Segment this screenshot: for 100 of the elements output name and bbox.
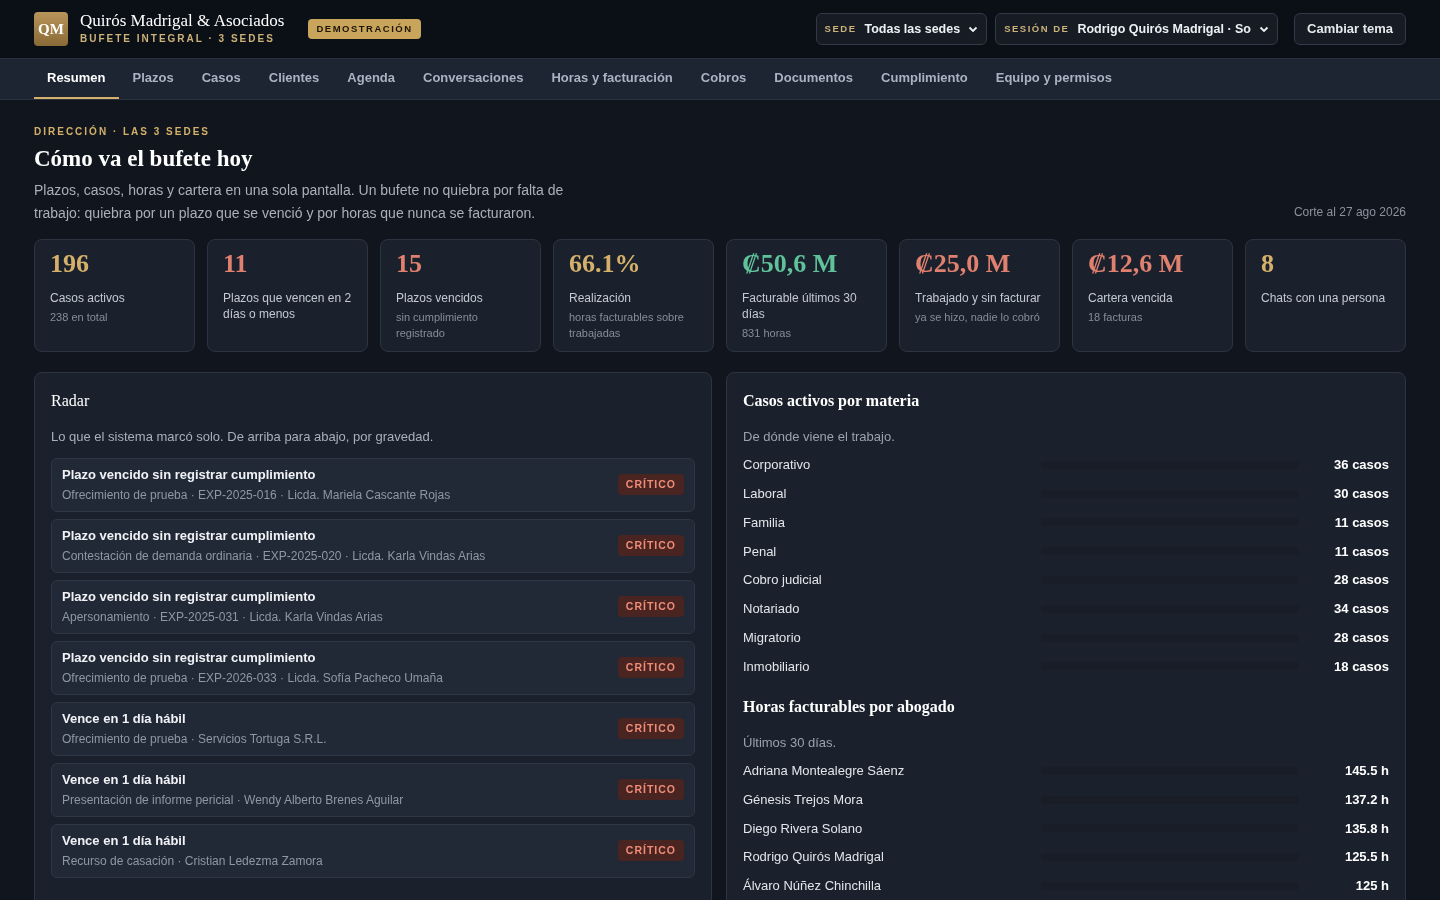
cutoff-date: Corte al 27 ago 2026 xyxy=(1293,204,1406,221)
intro-paragraph: Plazos, casos, horas y cartera en una sola pantalla. Un bufete no quiebra por falta de trabajo: quiebra por un plazo que se venció y por horas que nunca se facturaron. xyxy=(34,181,565,223)
kpi-note: ya se hizo, nadie lo cobró xyxy=(915,310,1041,325)
chevron-down-icon xyxy=(968,24,979,34)
kpi-label: Plazos que vencen en 2 días o menos xyxy=(223,290,352,322)
row-value: 11 casos xyxy=(1333,513,1389,532)
kpi-note: 18 facturas xyxy=(1088,310,1144,325)
theme-button[interactable]: Cambiar tema xyxy=(1294,13,1406,45)
nav-tab[interactable]: Cumplimiento xyxy=(867,59,982,99)
select-label: SESIÓN DE xyxy=(1004,21,1070,36)
select-value: Rodrigo Quirós Madrigal · So xyxy=(1077,20,1251,38)
kpi-note: sin cumplimiento registrado xyxy=(396,310,479,341)
demo-badge: DEMOSTRACIÓN xyxy=(308,18,421,40)
row-value: 11 casos xyxy=(1333,542,1389,561)
kpi-label: Facturable últimos 30 días xyxy=(742,290,858,322)
panel-subtitle: Lo que el sistema marcó solo. De arriba para abajo, por gravedad. xyxy=(51,428,435,446)
alert-title: Plazo vencido sin registrar cumplimiento xyxy=(62,648,317,667)
row-label: Corporativo xyxy=(743,456,812,475)
kpi-value: 8 xyxy=(1261,250,1275,278)
nav-tab[interactable]: Plazos xyxy=(118,59,188,99)
alert-detail: Ofrecimiento de prueba · EXP-2026-033 · Licda. Sofía Pacheco Umaña xyxy=(62,669,443,687)
alert-title: Vence en 1 día hábil xyxy=(62,709,187,728)
alert-detail: Contestación de demanda ordinaria · EXP-2025-020 · Licda. Karla Vindas Arias xyxy=(62,547,486,565)
kpi-label: Casos activos xyxy=(50,290,126,306)
page-title: Cómo va el bufete hoy xyxy=(34,145,254,173)
kpi-note: horas facturables sobre trabajadas xyxy=(569,310,685,341)
row-label: Laboral xyxy=(743,484,788,503)
severity-badge: CRÍTICO xyxy=(617,839,684,862)
firm-subtitle: BUFETE INTEGRAL · 3 SEDES xyxy=(80,32,276,46)
panel-title: Horas facturables por abogado xyxy=(743,696,956,718)
alert-detail: Ofrecimiento de prueba · Servicios Tortuga S.R.L. xyxy=(62,730,327,748)
nav-tab[interactable]: Horas y facturación xyxy=(537,59,687,99)
kpi-note: 831 horas xyxy=(742,326,792,341)
select-field[interactable]: SESIÓN DE Rodrigo Quirós Madrigal · So xyxy=(995,13,1278,45)
row-label: Génesis Trejos Mora xyxy=(743,790,864,809)
alert-detail: Presentación de informe pericial · Wendy Alberto Brenes Aguilar xyxy=(62,791,404,809)
kpi-label: Cartera vencida xyxy=(1088,290,1174,306)
row-value: 137.2 h xyxy=(1343,790,1389,809)
severity-badge: CRÍTICO xyxy=(617,717,684,740)
severity-badge: CRÍTICO xyxy=(617,656,684,679)
row-label: Cobro judicial xyxy=(743,571,823,590)
panel-title: Radar xyxy=(51,391,91,411)
section-eyebrow: DIRECCIÓN · LAS 3 SEDES xyxy=(34,124,212,139)
kpi-value: ₡25,0 M xyxy=(915,250,1012,278)
nav-tab[interactable]: Clientes xyxy=(254,59,334,99)
nav-tab[interactable]: Resumen xyxy=(34,59,119,99)
row-label: Adriana Montealegre Sáenz xyxy=(743,762,906,780)
nav-tab[interactable]: Documentos xyxy=(760,59,868,99)
nav-tab[interactable]: Equipo y permisos xyxy=(981,59,1127,99)
select-value: Todas las sedes xyxy=(864,20,961,38)
row-value: 125.5 h xyxy=(1343,848,1389,867)
nav-tab[interactable]: Cobros xyxy=(686,59,761,99)
alert-title: Plazo vencido sin registrar cumplimiento xyxy=(62,526,317,545)
logo-monogram: QM xyxy=(34,12,68,46)
row-label: Notariado xyxy=(743,600,801,619)
select-label: SEDE xyxy=(824,21,857,36)
row-label: Álvaro Núñez Chinchilla xyxy=(743,877,882,896)
nav-tab[interactable]: Casos xyxy=(187,59,255,99)
kpi-label: Plazos vencidos xyxy=(396,290,484,306)
select-field[interactable]: SEDE Todas las sedes xyxy=(815,13,988,45)
alert-detail: Recurso de casación · Cristian Ledezma Zamora xyxy=(62,852,323,870)
row-value: 145.5 h xyxy=(1343,762,1389,780)
row-value: 28 casos xyxy=(1333,628,1389,647)
row-value: 30 casos xyxy=(1333,484,1389,503)
kpi-label: Chats con una persona xyxy=(1261,290,1387,306)
row-value: 28 casos xyxy=(1333,571,1389,590)
row-value: 34 casos xyxy=(1333,600,1389,619)
row-label: Migratorio xyxy=(743,628,802,647)
kpi-value: 66.1% xyxy=(569,250,642,278)
severity-badge: CRÍTICO xyxy=(617,595,684,618)
row-value: 36 casos xyxy=(1333,456,1389,475)
panel-subtitle: De dónde viene el trabajo. xyxy=(743,428,896,446)
row-label: Rodrigo Quirós Madrigal xyxy=(743,848,885,867)
severity-badge: CRÍTICO xyxy=(617,778,684,801)
alert-detail: Apersonamiento · EXP-2025-031 · Licda. Karla Vindas Arias xyxy=(62,608,383,626)
row-label: Inmobiliario xyxy=(743,657,811,676)
severity-badge: CRÍTICO xyxy=(617,473,684,496)
chevron-down-icon xyxy=(1259,24,1269,34)
kpi-value: 11 xyxy=(223,250,249,278)
alert-title: Plazo vencido sin registrar cumplimiento xyxy=(62,465,317,484)
kpi-value: 15 xyxy=(396,250,423,278)
row-label: Penal xyxy=(743,542,778,561)
kpi-label: Trabajado y sin facturar xyxy=(915,290,1042,306)
kpi-label: Realización xyxy=(569,290,633,306)
row-value: 18 casos xyxy=(1333,657,1389,676)
row-label: Diego Rivera Solano xyxy=(743,819,864,838)
kpi-value: ₡50,6 M xyxy=(742,250,839,278)
alert-title: Plazo vencido sin registrar cumplimiento xyxy=(62,587,317,606)
panel-title: Casos activos por materia xyxy=(743,391,921,412)
row-value: 135.8 h xyxy=(1343,819,1389,838)
nav-tab[interactable]: Conversaciones xyxy=(409,59,538,99)
firm-name: Quirós Madrigal & Asociados xyxy=(80,11,285,31)
kpi-value: ₡12,6 M xyxy=(1088,250,1185,278)
alert-detail: Ofrecimiento de prueba · EXP-2025-016 · Licda. Mariela Cascante Rojas xyxy=(62,486,451,504)
row-label: Familia xyxy=(743,513,786,532)
panel-subtitle: Últimos 30 días. xyxy=(743,733,838,752)
severity-badge: CRÍTICO xyxy=(617,534,684,557)
row-value: 125 h xyxy=(1354,877,1389,896)
nav-tab[interactable]: Agenda xyxy=(333,59,409,99)
kpi-value: 196 xyxy=(50,250,90,278)
